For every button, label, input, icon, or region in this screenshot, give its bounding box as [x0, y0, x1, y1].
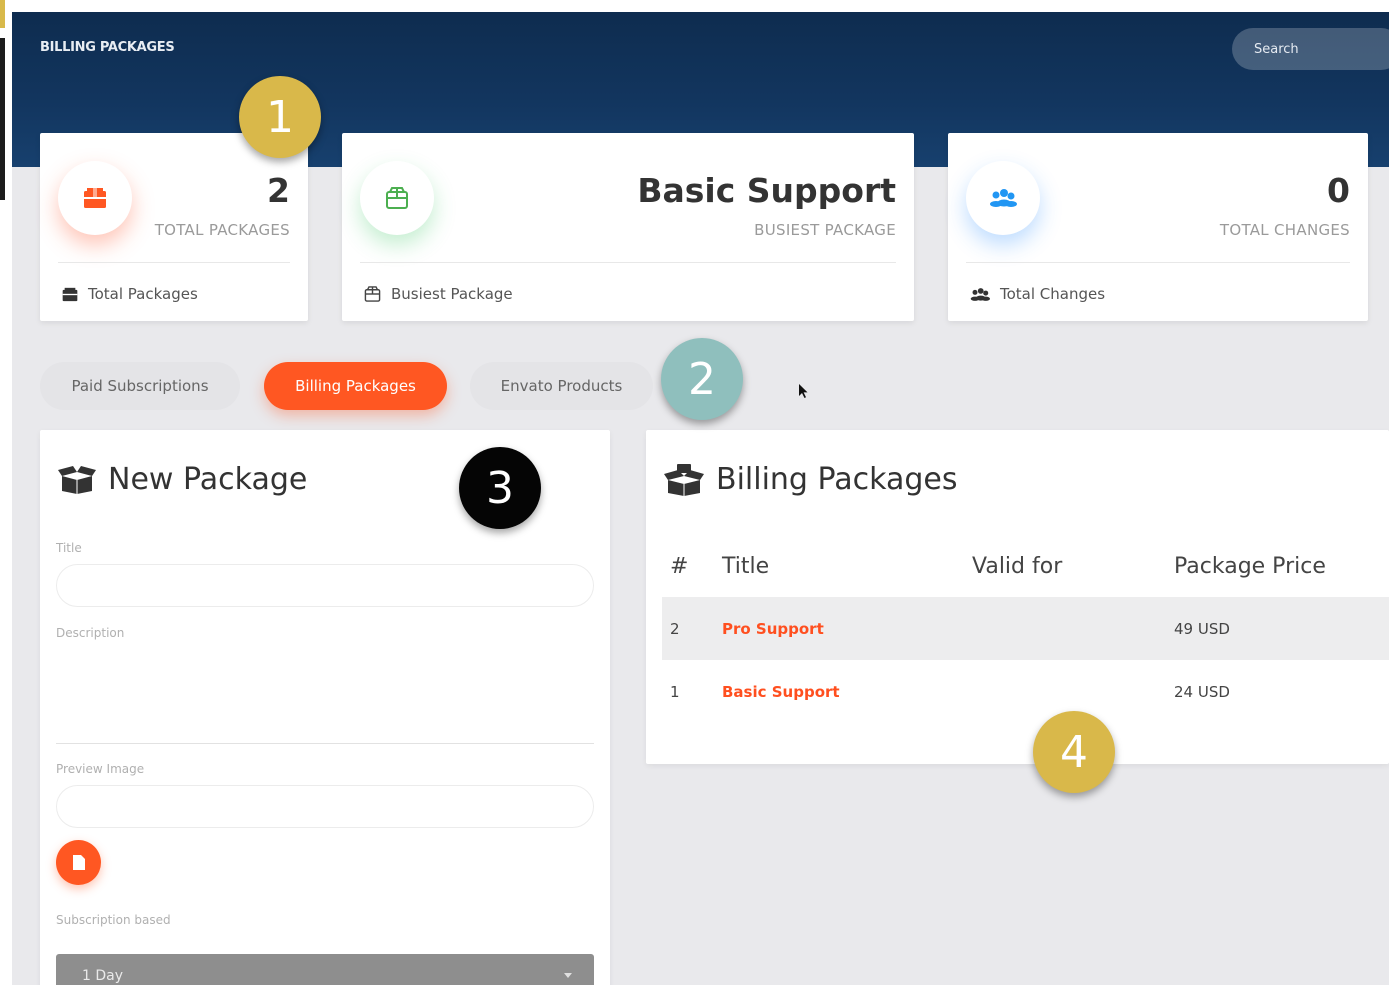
stat-value: Basic Support — [637, 171, 896, 210]
new-package-title: New Package — [108, 462, 308, 497]
tab-paid-subscriptions[interactable]: Paid Subscriptions — [40, 362, 240, 410]
table-header-row: # Title Valid for Package Price — [662, 535, 1389, 597]
stat-value: 0 — [1327, 171, 1350, 210]
users-icon — [990, 189, 1017, 207]
preview-image-input[interactable] — [56, 785, 594, 828]
subscription-select[interactable]: 1 Day — [56, 954, 594, 985]
mouse-cursor-icon — [799, 384, 808, 398]
row-price: 49 USD — [1174, 597, 1389, 660]
chevron-down-icon — [564, 973, 572, 978]
stat-label: BUSIEST PACKAGE — [754, 221, 896, 239]
stat-value: 2 — [267, 171, 290, 210]
row-title-link[interactable]: Pro Support — [722, 597, 972, 660]
row-price: 24 USD — [1174, 682, 1230, 701]
stat-footer-label: Total Changes — [1000, 285, 1106, 303]
stat-icon-circle — [58, 161, 132, 235]
box-outline-icon — [386, 187, 408, 209]
left-edge-dark-mark — [0, 38, 5, 200]
annotation-badge-3: 3 — [459, 447, 541, 529]
description-label: Description — [56, 626, 125, 640]
table-row[interactable]: 1 Basic Support 24 USD — [662, 660, 1389, 723]
tab-billing-packages[interactable]: Billing Packages — [264, 362, 447, 410]
column-header-valid-for: Valid for — [972, 553, 1063, 579]
stat-divider — [58, 262, 290, 263]
stat-card-busiest-package: Basic Support BUSIEST PACKAGE Busiest Pa… — [342, 133, 914, 321]
stat-footer-label: Total Packages — [88, 285, 198, 303]
billing-packages-table: # Title Valid for Package Price 2 Pro Su… — [662, 535, 1389, 723]
left-edge-gold-mark — [0, 0, 5, 28]
column-header-title: Title — [722, 553, 770, 579]
preview-image-label: Preview Image — [56, 762, 145, 776]
annotation-badge-2: 2 — [661, 338, 743, 420]
users-icon — [970, 287, 990, 301]
page-title: BILLING PACKAGES — [40, 40, 175, 55]
stat-divider — [966, 262, 1350, 263]
package-icon — [62, 287, 78, 301]
stat-label: TOTAL PACKAGES — [154, 221, 290, 239]
subscription-based-label: Subscription based — [56, 913, 171, 927]
stat-footer: Total Packages — [62, 285, 198, 303]
subscription-select-value: 1 Day — [82, 968, 124, 984]
search-input[interactable] — [1232, 28, 1389, 70]
open-box-icon — [58, 465, 96, 494]
title-input[interactable] — [56, 564, 594, 607]
row-valid-for — [972, 597, 1174, 660]
annotation-badge-1: 1 — [239, 76, 321, 158]
table-row[interactable]: 2 Pro Support 49 USD — [662, 597, 1389, 660]
description-textarea[interactable] — [56, 743, 594, 744]
annotation-badge-4: 4 — [1033, 711, 1115, 793]
column-header-number: # — [670, 553, 689, 579]
stat-divider — [360, 262, 896, 263]
file-icon — [73, 855, 85, 870]
tab-envato-products[interactable]: Envato Products — [470, 362, 653, 410]
stat-icon-circle — [966, 161, 1040, 235]
stat-icon-circle — [360, 161, 434, 235]
app-window: BILLING PACKAGES 2 TOTAL PACKAGES Total … — [12, 12, 1389, 985]
column-header-package-price: Package Price — [1174, 553, 1326, 579]
title-label: Title — [56, 541, 82, 555]
billing-packages-heading: Billing Packages — [664, 462, 958, 497]
row-id: 2 — [662, 597, 722, 660]
box-outline-icon — [364, 286, 381, 302]
stat-footer-label: Busiest Package — [391, 285, 513, 303]
package-icon — [84, 188, 106, 208]
upload-file-button[interactable] — [56, 840, 101, 885]
row-title-link[interactable]: Basic Support — [722, 660, 972, 723]
stat-card-total-changes: 0 TOTAL CHANGES Total Changes — [948, 133, 1368, 321]
row-id: 1 — [670, 682, 680, 701]
new-package-heading: New Package — [58, 462, 307, 497]
billing-packages-title: Billing Packages — [716, 462, 958, 497]
stat-footer: Busiest Package — [364, 285, 513, 303]
stat-card-total-packages: 2 TOTAL PACKAGES Total Packages — [40, 133, 308, 321]
stat-label: TOTAL CHANGES — [1219, 221, 1350, 239]
boxes-icon — [664, 463, 704, 496]
left-edge-strip — [0, 0, 12, 985]
stat-footer: Total Changes — [970, 285, 1105, 303]
